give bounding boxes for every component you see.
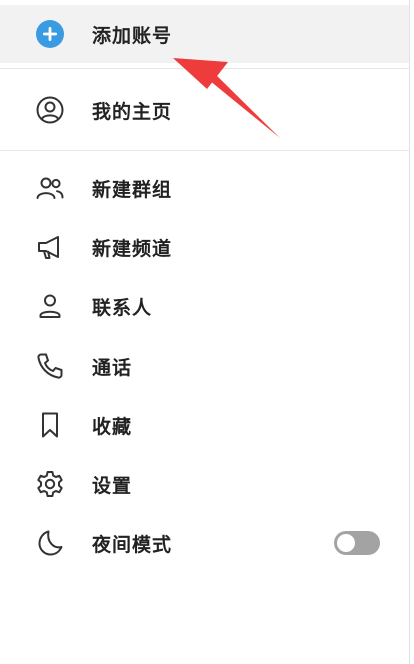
my-home-label: 我的主页	[92, 100, 173, 123]
add-account-label: 添加账号	[92, 24, 173, 47]
divider	[0, 150, 409, 151]
divider	[0, 68, 409, 69]
bookmark-icon	[34, 409, 66, 441]
gear-icon	[34, 468, 66, 500]
contacts-label: 联系人	[92, 296, 153, 319]
contacts-item[interactable]: 联系人	[0, 278, 409, 334]
profile-circle-icon	[34, 94, 66, 126]
moon-icon	[34, 527, 66, 559]
add-account-button[interactable]: 添加账号	[0, 5, 409, 63]
my-home-item[interactable]: 我的主页	[0, 82, 409, 138]
new-group-item[interactable]: 新建群组	[0, 160, 409, 216]
saved-messages-item[interactable]: 收藏	[0, 397, 409, 453]
night-mode-label: 夜间模式	[92, 533, 173, 556]
calls-item[interactable]: 通话	[0, 338, 409, 394]
settings-label: 设置	[92, 474, 133, 497]
phone-icon	[34, 350, 66, 382]
saved-messages-label: 收藏	[92, 415, 133, 438]
night-mode-toggle[interactable]	[334, 531, 380, 555]
toggle-knob	[337, 534, 355, 552]
settings-item[interactable]: 设置	[0, 456, 409, 512]
add-circle-icon	[34, 18, 66, 50]
calls-label: 通话	[92, 356, 133, 379]
night-mode-item[interactable]: 夜间模式	[0, 515, 409, 571]
group-icon	[34, 172, 66, 204]
megaphone-icon	[34, 231, 66, 263]
new-group-label: 新建群组	[92, 178, 173, 201]
side-menu: 添加账号 我的主页 新建群组 新建频道 联系人 通话 收藏 设置 夜间模式	[0, 0, 410, 664]
new-channel-label: 新建频道	[92, 237, 173, 260]
new-channel-item[interactable]: 新建频道	[0, 219, 409, 275]
person-icon	[34, 290, 66, 322]
